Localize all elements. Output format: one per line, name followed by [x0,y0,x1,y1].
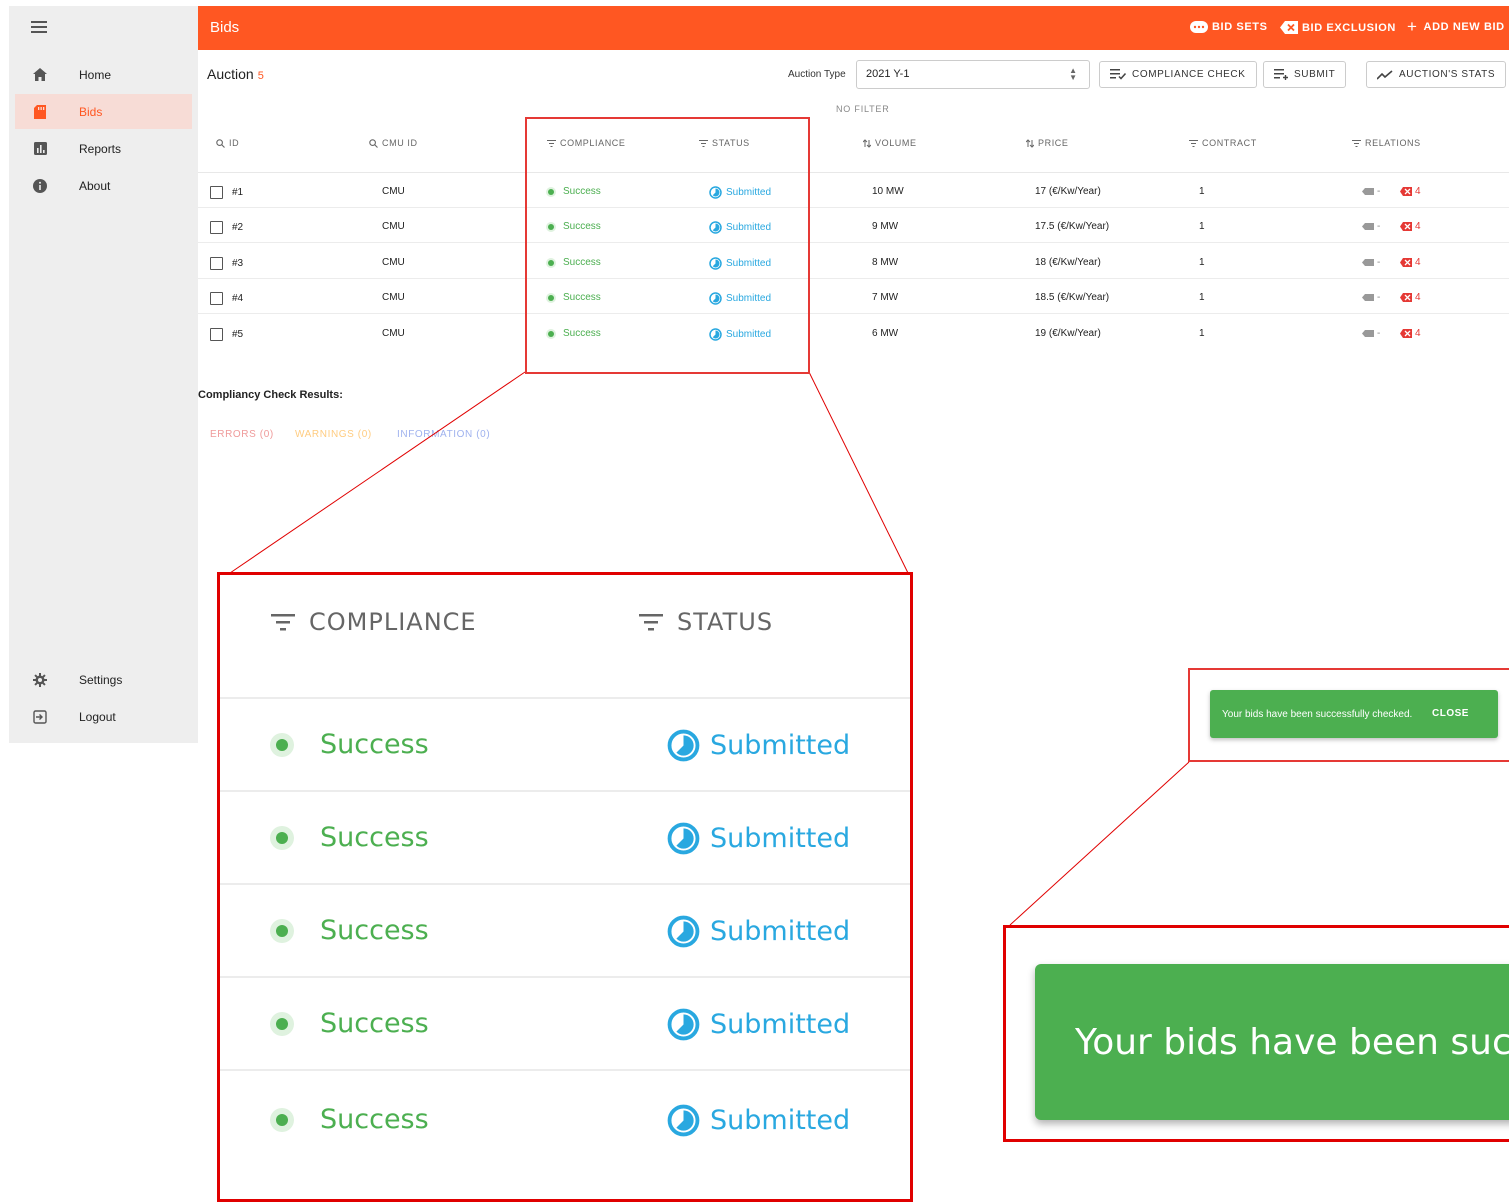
submitted-icon [667,729,700,762]
zoom-status: Submitted [710,730,851,761]
submitted-icon [667,1104,700,1137]
submitted-icon [667,1008,700,1041]
zoom-status: Submitted [710,1009,851,1040]
snackbar-close-button[interactable]: CLOSE [1432,708,1469,719]
zoom-compliance: Success [320,729,429,760]
zoom-status: Submitted [710,916,851,947]
filter-icon [271,613,295,631]
zoom-row: Success Submitted [220,790,910,883]
success-dot-icon [276,738,288,751]
zoom-status: Submitted [710,1105,851,1136]
success-dot-icon [276,1017,288,1030]
zoom-callout-snackbar: Your bids have been success [1003,925,1509,1142]
zoom-row: Success Submitted [220,1069,910,1162]
success-dot-icon [276,831,288,844]
zoom-status: Submitted [710,823,851,854]
filter-icon [639,613,663,631]
highlight-box-columns [525,117,810,374]
zoom-compliance: Success [320,1008,429,1039]
zoom-snackbar: Your bids have been success [1035,964,1509,1120]
zoom-compliance: Success [320,915,429,946]
submitted-icon [667,822,700,855]
zoom-snackbar-message: Your bids have been success [1075,1022,1509,1063]
zoom-header-label: COMPLIANCE [309,608,477,636]
success-dot-icon [276,1113,288,1126]
success-dot-icon [276,924,288,937]
zoom-header-label: STATUS [677,608,774,636]
snackbar: Your bids have been successfully checked… [1210,690,1498,738]
zoom-row: Success Submitted [220,697,910,790]
zoom-row: Success Submitted [220,976,910,1069]
zoom-header-compliance: COMPLIANCE [271,608,477,636]
zoom-header-status: STATUS [639,608,773,636]
submitted-icon [667,915,700,948]
snackbar-message: Your bids have been successfully checked… [1222,708,1413,720]
zoom-compliance: Success [320,1104,429,1135]
zoom-callout-columns: COMPLIANCE STATUS Success Submitted Succ… [217,572,913,1202]
zoom-row: Success Submitted [220,883,910,976]
zoom-compliance: Success [320,822,429,853]
